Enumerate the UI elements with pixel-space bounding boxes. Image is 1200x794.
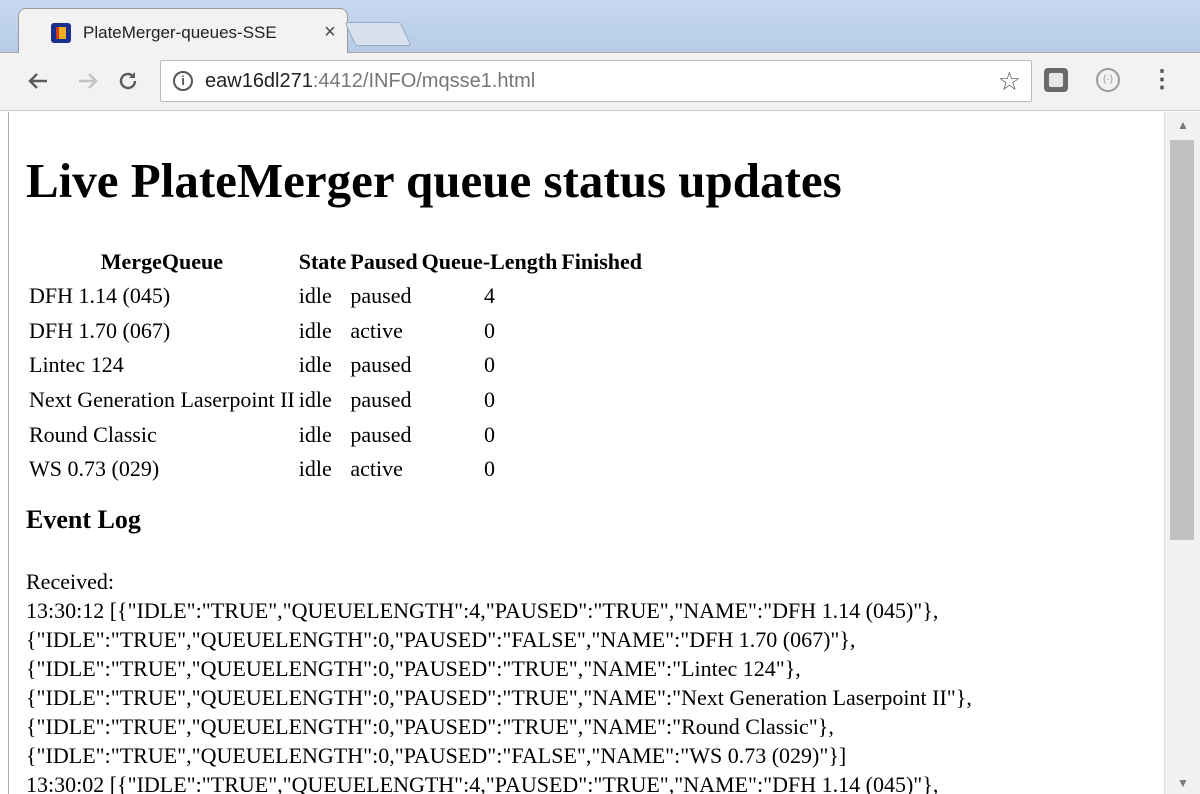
log-line: {"IDLE":"TRUE","QUEUELENGTH":0,"PAUSED":… (26, 627, 856, 652)
column-header: Paused (350, 249, 418, 274)
column-header: MergeQueue (100, 249, 223, 274)
event-log-title: Event Log (26, 505, 141, 534)
new-tab-button[interactable] (344, 22, 412, 46)
close-tab-icon[interactable]: × (319, 21, 341, 43)
scrollbar-thumb[interactable] (1170, 140, 1194, 540)
log-line: {"IDLE":"TRUE","QUEUELENGTH":0,"PAUSED":… (26, 714, 834, 739)
queue-status-table: MergeQueue State Paused Queue-Length Fin… (26, 245, 645, 487)
forward-arrow-icon[interactable] (70, 63, 106, 99)
table-row: WS 0.73 (029) idle active 0 (28, 452, 643, 487)
queue-length: 0 (483, 456, 495, 482)
scroll-down-arrow-icon[interactable]: ▼ (1165, 772, 1200, 794)
queue-state: idle (298, 421, 332, 447)
favicon-icon (51, 23, 71, 43)
queue-paused: active (350, 317, 403, 343)
queue-name: Lintec 124 (29, 352, 124, 378)
log-line: 13:30:02 [{"IDLE":"TRUE","QUEUELENGTH":4… (26, 772, 939, 794)
table-row: DFH 1.70 (067) idle active 0 (28, 314, 643, 349)
url-host: eaw16dl271 (205, 70, 313, 92)
table-row: DFH 1.14 (045) idle paused 4 (28, 279, 643, 314)
browser-toolbar: i eaw16dl271:4412/INFO/mqsse1.html ☆ (·)… (0, 53, 1200, 111)
queue-state: idle (298, 317, 332, 343)
log-line: {"IDLE":"TRUE","QUEUELENGTH":0,"PAUSED":… (26, 685, 972, 710)
column-header: State (298, 249, 347, 274)
queue-length: 0 (483, 352, 495, 378)
column-header: Queue-Length (421, 249, 558, 274)
page-viewport: Live PlateMerger queue status updates Me… (8, 112, 1164, 794)
queue-finished (560, 417, 643, 452)
vertical-scrollbar[interactable]: ▲ ▼ (1164, 112, 1200, 794)
table-header-row: MergeQueue State Paused Queue-Length Fin… (28, 245, 643, 279)
table-row: Next Generation Laserpoint II idle pause… (28, 383, 643, 418)
queue-name: WS 0.73 (029) (29, 456, 160, 482)
queue-paused: paused (350, 283, 412, 309)
reload-icon[interactable] (110, 63, 146, 99)
queue-length: 0 (483, 387, 495, 413)
queue-state: idle (298, 352, 332, 378)
queue-length: 0 (483, 317, 495, 343)
queue-state: idle (298, 283, 332, 309)
tab-strip: PlateMerger-queues-SSE × (0, 0, 1200, 54)
back-arrow-icon[interactable] (20, 63, 56, 99)
url-text[interactable]: eaw16dl271:4412/INFO/mqsse1.html (205, 70, 535, 93)
queue-state: idle (298, 387, 332, 413)
table-row: Lintec 124 idle paused 0 (28, 348, 643, 383)
queue-paused: paused (350, 387, 412, 413)
queue-state: idle (298, 456, 332, 482)
column-header: Finished (561, 249, 643, 274)
info-icon[interactable]: i (173, 71, 193, 91)
log-line: 13:30:12 [{"IDLE":"TRUE","QUEUELENGTH":4… (26, 598, 939, 623)
queue-finished (560, 452, 643, 487)
menu-kebab-icon[interactable]: ⋮ (1150, 65, 1174, 95)
queue-length: 4 (483, 283, 495, 309)
queue-name: Next Generation Laserpoint II (29, 387, 295, 413)
queue-paused: paused (350, 421, 412, 447)
tab-title: PlateMerger-queues-SSE (83, 23, 277, 42)
queue-length: 0 (483, 421, 495, 447)
queue-finished (560, 279, 643, 314)
queue-name: Round Classic (29, 421, 157, 447)
address-bar[interactable]: i eaw16dl271:4412/INFO/mqsse1.html ☆ (160, 60, 1032, 102)
queue-finished (560, 314, 643, 349)
log-line: Received: (26, 569, 114, 594)
extension-circle-icon[interactable]: (·) (1096, 68, 1120, 92)
log-line: {"IDLE":"TRUE","QUEUELENGTH":0,"PAUSED":… (26, 656, 801, 681)
bookmark-star-icon[interactable]: ☆ (998, 66, 1021, 97)
queue-paused: active (350, 456, 403, 482)
queue-finished (560, 348, 643, 383)
log-line: {"IDLE":"TRUE","QUEUELENGTH":0,"PAUSED":… (26, 743, 847, 768)
queue-name: DFH 1.14 (045) (29, 283, 171, 309)
scroll-up-arrow-icon[interactable]: ▲ (1165, 114, 1200, 136)
browser-tab[interactable]: PlateMerger-queues-SSE × (18, 8, 348, 54)
page-title: Live PlateMerger queue status updates (26, 153, 842, 208)
url-path: :4412/INFO/mqsse1.html (312, 70, 536, 92)
table-row: Round Classic idle paused 0 (28, 417, 643, 452)
queue-name: DFH 1.70 (067) (29, 317, 171, 343)
extension-square-icon[interactable] (1044, 68, 1068, 92)
event-log: Received: 13:30:12 [{"IDLE":"TRUE","QUEU… (26, 567, 1146, 794)
queue-finished (560, 383, 643, 418)
queue-paused: paused (350, 352, 412, 378)
